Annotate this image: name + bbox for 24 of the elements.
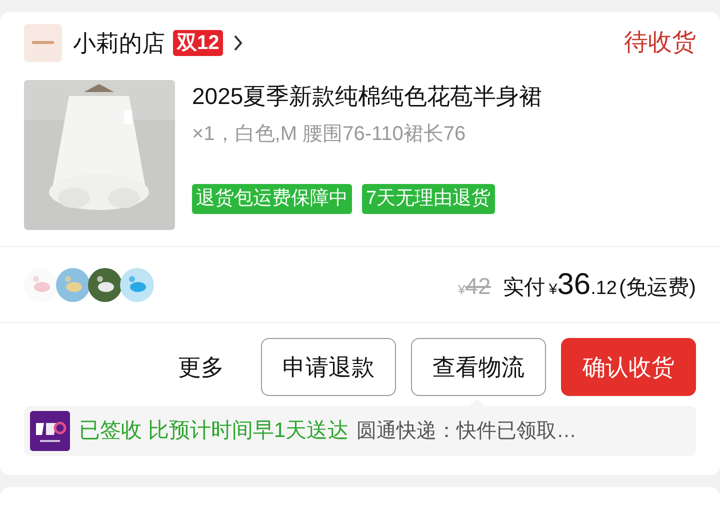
currency-symbol: ¥ — [458, 281, 466, 299]
shop-logo-icon — [24, 24, 62, 62]
shop-name[interactable]: 小莉的店 — [73, 26, 165, 60]
paid-price-decimal: .12 — [590, 277, 617, 301]
paid-label: 实付 — [502, 275, 545, 301]
action-button[interactable]: 确认收货 — [561, 338, 696, 396]
original-price: 42 — [465, 272, 491, 301]
currency-symbol: ¥ — [548, 280, 558, 300]
service-tag: 退货包运费保障中 — [192, 184, 352, 214]
logistics-bar[interactable]: 已签收 比预计时间早1天送达 圆通快递：快件已领取… — [24, 406, 696, 456]
product-title[interactable]: 2025夏季新款纯棉纯色花苞半身裙 — [192, 81, 542, 111]
action-button[interactable]: 查看物流 — [411, 338, 546, 396]
promo-badge: 双12 — [173, 30, 224, 56]
product-specs: ×1，白色,M 腰围76-110裙长76 — [192, 122, 467, 147]
shipping-note: (免运费) — [619, 275, 696, 301]
paid-price: 36 — [557, 267, 591, 303]
more-button[interactable]: 更多 — [164, 338, 238, 396]
service-tag: 7天无理由退货 — [362, 184, 495, 214]
order-status: 待收货 — [624, 28, 696, 58]
chevron-right-icon[interactable] — [233, 34, 244, 52]
delivery-status: 已签收 比预计时间早1天送达 — [79, 418, 349, 444]
action-button[interactable]: 申请退款 — [261, 338, 396, 396]
delivery-detail: 圆通快递：快件已领取… — [356, 419, 577, 444]
courier-logo-icon — [30, 411, 70, 451]
